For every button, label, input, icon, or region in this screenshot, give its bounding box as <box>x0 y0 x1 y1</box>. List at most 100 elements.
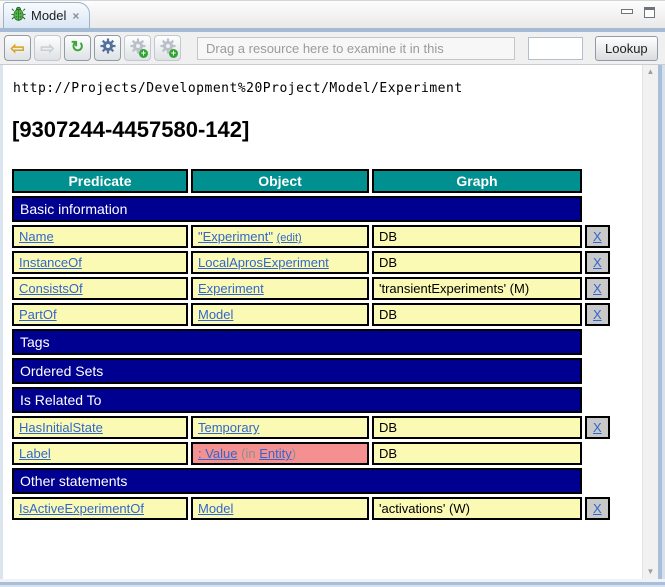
row-spacer <box>585 196 610 222</box>
forward-button[interactable]: ⇨ <box>34 35 61 61</box>
lookup-button[interactable]: Lookup <box>595 36 658 61</box>
resource-uri: http://Projects/Development%20Project/Mo… <box>13 81 642 96</box>
window-frame-bottom <box>0 579 665 587</box>
remove-cell: X <box>585 416 610 439</box>
section-title: Other statements <box>12 468 582 494</box>
edit-link[interactable]: (edit) <box>277 232 302 244</box>
forward-arrow-icon: ⇨ <box>40 40 54 57</box>
remove-link[interactable]: X <box>593 281 602 296</box>
tab-title: Model <box>31 8 66 23</box>
graph-cell: DB <box>372 303 582 326</box>
predicate-link[interactable]: IsActiveExperimentOf <box>19 501 144 516</box>
plus-badge-icon: + <box>169 49 178 58</box>
section-title: Ordered Sets <box>12 358 582 384</box>
header-spacer <box>585 169 610 193</box>
section-row: Tags <box>12 329 610 355</box>
statements-table-body: Predicate Object Graph Basic information… <box>12 169 610 520</box>
scroll-down-icon[interactable]: ▼ <box>647 567 655 577</box>
section-row: Basic information <box>12 196 610 222</box>
object-link[interactable]: Model <box>198 501 233 516</box>
scroll-up-icon[interactable]: ▲ <box>647 67 655 77</box>
predicate-link[interactable]: PartOf <box>19 307 57 322</box>
bug-icon <box>11 6 26 26</box>
remove-cell: X <box>585 251 610 274</box>
drag-resource-field[interactable] <box>197 37 515 60</box>
column-header-object: Object <box>191 169 369 193</box>
section-title: Is Related To <box>12 387 582 413</box>
predicate-cell: InstanceOf <box>12 251 188 274</box>
resource-id-heading: [9307244-4457580-142] <box>12 117 642 143</box>
object-link[interactable]: LocalAprosExperiment <box>198 255 329 270</box>
back-button[interactable]: ⇦ <box>4 35 31 61</box>
column-header-graph: Graph <box>372 169 582 193</box>
section-row: Other statements <box>12 468 610 494</box>
graph-cell: DB <box>372 251 582 274</box>
remove-link[interactable]: X <box>593 420 602 435</box>
graph-cell: DB <box>372 225 582 248</box>
section-title: Tags <box>12 329 582 355</box>
object-link[interactable]: Experiment <box>198 281 264 296</box>
statement-row: ConsistsOf Experiment 'transientExperiment… <box>12 277 610 300</box>
graph-cell: 'transientExperiments' (M) <box>372 277 582 300</box>
predicate-cell: PartOf <box>12 303 188 326</box>
remove-link[interactable]: X <box>593 229 602 244</box>
object-text: (in <box>238 446 260 461</box>
settings-button[interactable] <box>94 35 121 61</box>
section-row: Ordered Sets <box>12 358 610 384</box>
remove-cell: X <box>585 277 610 300</box>
gear-icon <box>100 38 116 59</box>
statement-row: PartOf Model DB X <box>12 303 610 326</box>
remove-link[interactable]: X <box>593 307 602 322</box>
view-controls <box>620 7 655 18</box>
graph-cell: DB <box>372 416 582 439</box>
row-spacer <box>585 468 610 494</box>
object-cell: Experiment <box>191 277 369 300</box>
object-link[interactable]: "Experiment" <box>198 229 273 244</box>
predicate-link[interactable]: ConsistsOf <box>19 281 83 296</box>
object-cell: LocalAprosExperiment <box>191 251 369 274</box>
toolbar: ⇦ ⇨ ↻ <box>0 32 665 65</box>
predicate-cell: IsActiveExperimentOf <box>12 497 188 520</box>
minimize-icon[interactable] <box>620 7 632 17</box>
object-cell: Temporary <box>191 416 369 439</box>
plus-badge-icon: + <box>139 49 148 58</box>
object-link[interactable]: : Value <box>198 446 238 461</box>
remove-link[interactable]: X <box>593 255 602 270</box>
object-cell: "Experiment" (edit) <box>191 225 369 248</box>
add-view-alt-button[interactable]: + <box>154 35 181 61</box>
tab-bar: Model × <box>0 0 665 28</box>
window-frame-right <box>658 65 665 579</box>
row-spacer <box>585 442 610 465</box>
refresh-icon: ↻ <box>71 40 84 56</box>
remove-link[interactable]: X <box>593 501 602 516</box>
predicate-link[interactable]: HasInitialState <box>19 420 103 435</box>
predicate-link[interactable]: InstanceOf <box>19 255 82 270</box>
object-link[interactable]: Entity <box>259 446 292 461</box>
statement-row: Name"Experiment" (edit)DBX <box>12 225 610 248</box>
object-link[interactable]: Model <box>198 307 233 322</box>
graph-cell: 'activations' (W) <box>372 497 582 520</box>
object-link[interactable]: Temporary <box>198 420 259 435</box>
statement-row: IsActiveExperimentOf Model 'activations' (… <box>12 497 610 520</box>
remove-cell: X <box>585 497 610 520</box>
statement-row: HasInitialState Temporary DB X <box>12 416 610 439</box>
table-header-row: Predicate Object Graph <box>12 169 610 193</box>
object-cell: Model <box>191 303 369 326</box>
row-spacer <box>585 358 610 384</box>
tab-model[interactable]: Model × <box>3 2 90 28</box>
remove-cell: X <box>585 225 610 248</box>
tab-close-icon[interactable]: × <box>71 9 80 23</box>
maximize-icon[interactable] <box>644 7 655 18</box>
vertical-scrollbar[interactable]: ▲ ▼ <box>642 65 658 579</box>
add-view-button[interactable]: + <box>124 35 151 61</box>
section-row: Is Related To <box>12 387 610 413</box>
row-spacer <box>585 329 610 355</box>
refresh-button[interactable]: ↻ <box>64 35 91 61</box>
remove-cell: X <box>585 303 610 326</box>
predicate-link[interactable]: Name <box>19 229 54 244</box>
object-cell: : Value (in Entity) <box>191 442 369 465</box>
lookup-input[interactable] <box>528 37 583 60</box>
section-title: Basic information <box>12 196 582 222</box>
predicate-link[interactable]: Label <box>19 446 51 461</box>
browser-content: http://Projects/Development%20Project/Mo… <box>3 65 642 579</box>
